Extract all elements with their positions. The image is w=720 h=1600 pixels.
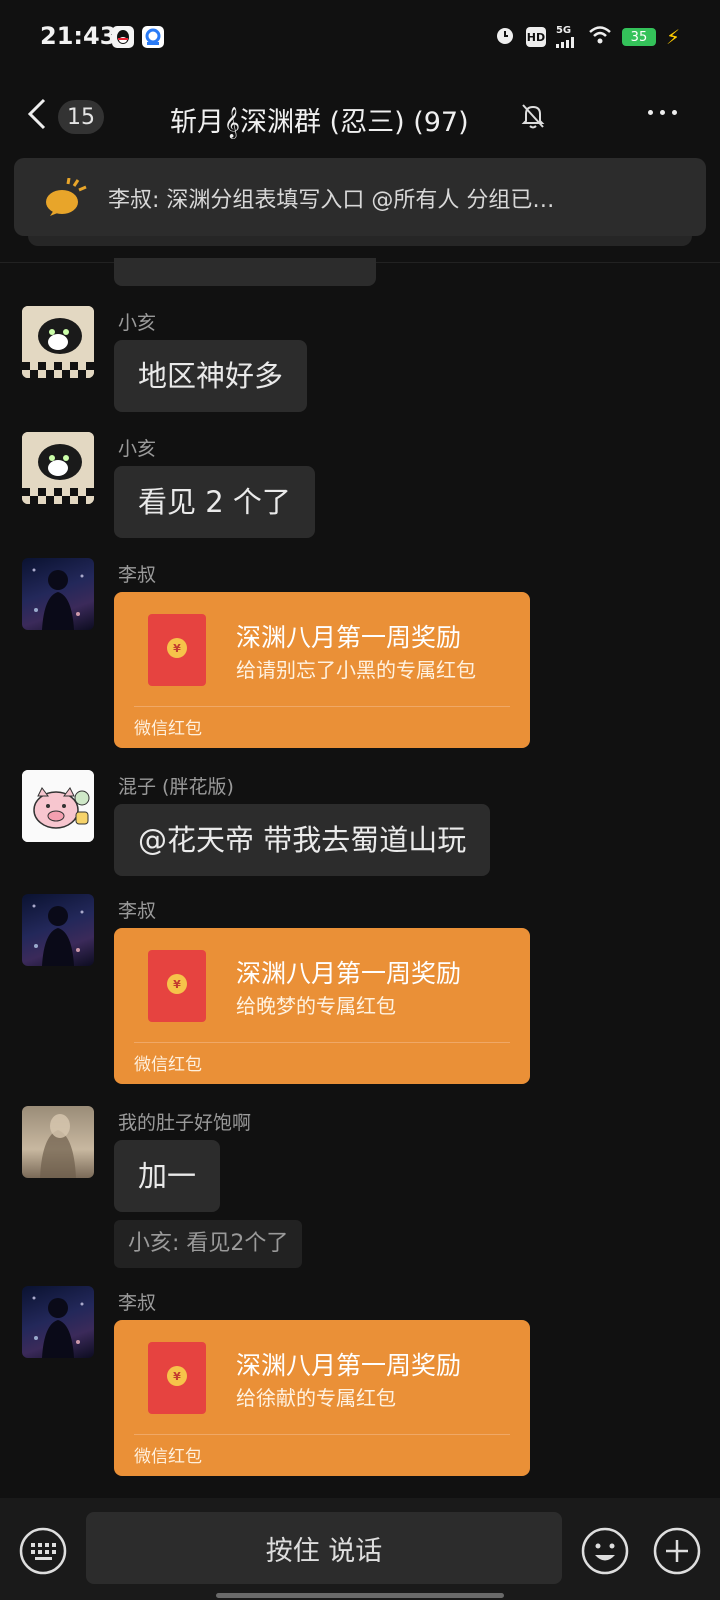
hold-to-talk-button[interactable]: 按住 说话 bbox=[86, 1512, 562, 1584]
partial-message-bubble[interactable] bbox=[114, 258, 376, 286]
avatar[interactable] bbox=[22, 1106, 94, 1178]
red-packet-card[interactable]: ¥ 深渊八月第一周奖励 给晚梦的专属红包 微信红包 bbox=[114, 928, 530, 1084]
sender-name: 李叔 bbox=[118, 900, 157, 922]
red-packet-subtitle: 给晚梦的专属红包 bbox=[236, 994, 396, 1018]
red-packet-title: 深渊八月第一周奖励 bbox=[236, 1351, 462, 1380]
red-packet-title: 深渊八月第一周奖励 bbox=[236, 959, 462, 988]
red-packet-subtitle: 给请别忘了小黑的专属红包 bbox=[236, 658, 476, 682]
red-packet-footer: 微信红包 bbox=[134, 1055, 202, 1075]
message-bubble[interactable]: 看见 2 个了 bbox=[114, 466, 315, 538]
avatar[interactable] bbox=[22, 558, 94, 630]
pinned-text: 李叔: 深渊分组表填写入口 @所有人 分组已… bbox=[108, 188, 555, 213]
sender-name: 李叔 bbox=[118, 564, 157, 586]
red-packet-subtitle: 给徐献的专属红包 bbox=[236, 1386, 396, 1410]
more-icon[interactable] bbox=[648, 110, 677, 115]
chat-title[interactable]: 斩月𝄞深渊群 (忍三) (97) bbox=[170, 100, 469, 139]
message-bubble[interactable]: 加一 bbox=[114, 1140, 221, 1212]
megaphone-icon bbox=[44, 177, 90, 222]
red-packet-icon: ¥ bbox=[148, 950, 206, 1022]
red-packet-footer: 微信红包 bbox=[134, 1447, 202, 1467]
mute-bell-icon bbox=[520, 102, 546, 134]
alarm-icon bbox=[494, 24, 516, 50]
red-packet-divider bbox=[134, 1434, 510, 1435]
red-packet-divider bbox=[134, 706, 510, 707]
avatar[interactable] bbox=[22, 432, 94, 504]
signal-icon: 5G bbox=[555, 26, 578, 48]
sender-name: 李叔 bbox=[118, 1292, 157, 1314]
back-button[interactable] bbox=[26, 96, 48, 136]
plus-button[interactable] bbox=[652, 1526, 702, 1580]
avatar[interactable] bbox=[22, 770, 94, 842]
message-bubble[interactable]: 地区神好多 bbox=[114, 340, 308, 412]
avatar[interactable] bbox=[22, 306, 94, 378]
pinned-announcement[interactable]: 李叔: 深渊分组表填写入口 @所有人 分组已… bbox=[14, 158, 706, 236]
hd-badge: HD bbox=[525, 27, 546, 47]
home-indicator[interactable] bbox=[216, 1593, 504, 1598]
keyboard-button[interactable] bbox=[18, 1526, 68, 1580]
red-packet-icon: ¥ bbox=[148, 614, 206, 686]
red-packet-card[interactable]: ¥ 深渊八月第一周奖励 给徐献的专属红包 微信红包 bbox=[114, 1320, 530, 1476]
avatar[interactable] bbox=[22, 1286, 94, 1358]
wifi-icon bbox=[588, 25, 612, 49]
quoted-message[interactable]: 小亥: 看见2个了 bbox=[114, 1220, 303, 1268]
status-bar: 21:43 HD 5G 35 ⚡ bbox=[0, 0, 720, 76]
sender-name: 我的肚子好饱啊 bbox=[118, 1112, 252, 1134]
app-notification-icon bbox=[142, 26, 164, 48]
message-bubble[interactable]: @花天帝 带我去蜀道山玩 bbox=[114, 804, 491, 876]
sender-name: 小亥 bbox=[118, 312, 157, 334]
red-packet-footer: 微信红包 bbox=[134, 719, 202, 739]
red-packet-divider bbox=[134, 1042, 510, 1043]
emoji-button[interactable] bbox=[580, 1526, 630, 1580]
chat-header: 15 斩月𝄞深渊群 (忍三) (97) bbox=[0, 76, 720, 156]
emoji-icon bbox=[581, 1527, 629, 1575]
red-packet-icon: ¥ bbox=[148, 1342, 206, 1414]
qq-app-icon bbox=[112, 26, 134, 48]
avatar[interactable] bbox=[22, 894, 94, 966]
input-bar: 按住 说话 bbox=[0, 1498, 720, 1600]
charging-icon: ⚡ bbox=[665, 25, 680, 49]
red-packet-card[interactable]: ¥ 深渊八月第一周奖励 给请别忘了小黑的专属红包 微信红包 bbox=[114, 592, 530, 748]
back-icon bbox=[27, 98, 46, 130]
status-time: 21:43 bbox=[40, 22, 117, 50]
plus-icon bbox=[653, 1527, 701, 1575]
unread-count-badge[interactable]: 15 bbox=[58, 100, 104, 134]
red-packet-title: 深渊八月第一周奖励 bbox=[236, 623, 462, 652]
sender-name: 小亥 bbox=[118, 438, 157, 460]
sender-name: 混子 (胖花版) bbox=[118, 776, 234, 798]
keyboard-icon bbox=[19, 1527, 67, 1575]
battery-indicator: 35 bbox=[621, 28, 656, 46]
